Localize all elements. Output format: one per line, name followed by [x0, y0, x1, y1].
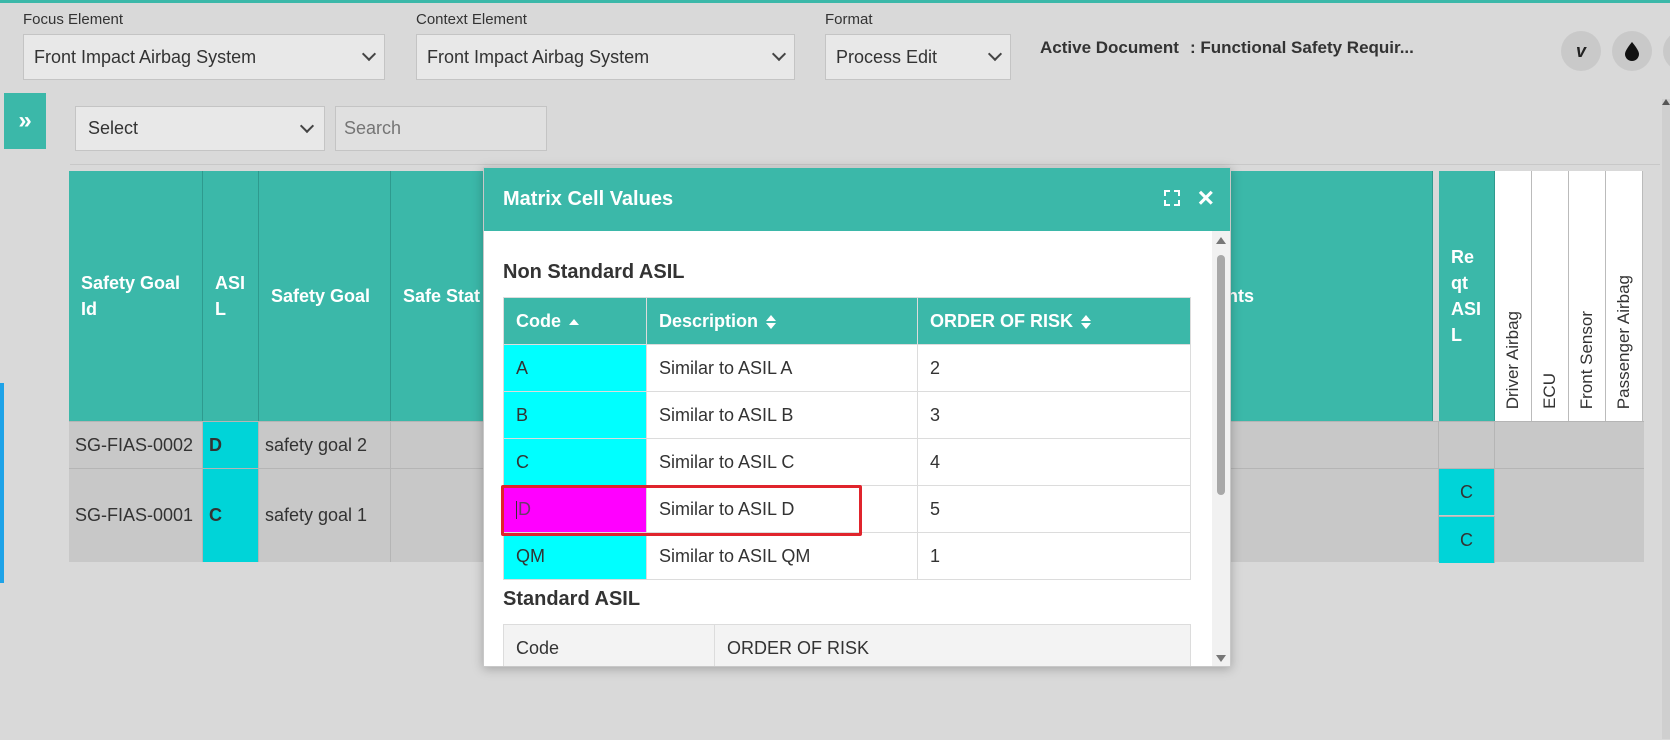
cell-description[interactable]: Similar to ASIL QM — [646, 532, 918, 580]
dialog-scrollbar[interactable] — [1212, 231, 1230, 666]
cell-order-of-risk[interactable]: 3 — [917, 391, 1191, 439]
header-ecu[interactable]: ECU — [1532, 171, 1569, 421]
cell-req-asil[interactable]: C — [1439, 516, 1495, 563]
vimeo-icon: v — [1575, 40, 1586, 61]
chevron-down-icon — [987, 46, 1003, 62]
column-header-code[interactable]: Code — [503, 624, 715, 666]
cell-req-asil[interactable] — [1439, 422, 1495, 468]
table-row[interactable]: C Similar to ASIL C 4 — [503, 438, 1191, 486]
scroll-down-icon[interactable] — [1216, 655, 1226, 662]
standard-asil-table: Code ORDER OF RISK — [503, 624, 1191, 666]
chevron-down-icon — [361, 46, 377, 62]
vimeo-button[interactable]: v — [1561, 31, 1601, 71]
non-standard-asil-table: Code Description ORDER OF RISK A Similar… — [503, 297, 1191, 580]
cell-asil[interactable]: C — [203, 469, 259, 562]
scrollbar-thumb[interactable] — [1217, 255, 1225, 495]
standard-asil-title: Standard ASIL — [503, 588, 641, 610]
table-row[interactable]: QM Similar to ASIL QM 1 — [503, 532, 1191, 580]
maximize-icon[interactable] — [1164, 190, 1180, 206]
context-element-value: Front Impact Airbag System — [427, 46, 650, 67]
header-safety-goal-id[interactable]: Safety Goal Id — [69, 171, 203, 421]
chevron-down-icon — [771, 46, 787, 62]
page: Focus Element Front Impact Airbag System… — [0, 0, 1670, 740]
cell-code[interactable]: A — [503, 344, 647, 392]
window-edge — [0, 383, 4, 583]
cell-order-of-risk[interactable]: 5 — [917, 485, 1191, 533]
header-safety-goal[interactable]: Safety Goal — [259, 171, 391, 421]
toolbar: Focus Element Front Impact Airbag System… — [0, 6, 1670, 84]
filter-select-value: Select — [88, 118, 139, 138]
column-header-order-of-risk[interactable]: ORDER OF RISK — [917, 297, 1191, 345]
cell-safety-goal-id: SG-FIAS-0002 — [69, 422, 203, 468]
active-document-value: : Functional Safety Requir... — [1190, 38, 1414, 57]
format-label: Format — [825, 11, 873, 28]
double-chevron-right-icon: » — [18, 107, 32, 134]
cell-code[interactable]: QM — [503, 532, 647, 580]
cell-code[interactable]: B — [503, 391, 647, 439]
cell-order-of-risk[interactable]: 1 — [917, 532, 1191, 580]
cell-description[interactable]: Similar to ASIL C — [646, 438, 918, 486]
header-asil[interactable]: ASI L — [203, 171, 259, 421]
format-value: Process Edit — [836, 46, 938, 67]
cell-asil[interactable]: D — [203, 422, 259, 468]
cell-description[interactable]: Similar to ASIL A — [646, 344, 918, 392]
cell-safety-goal-id: SG-FIAS-0001 — [69, 469, 203, 562]
sidebar-expand-button[interactable]: » — [4, 93, 46, 149]
cell-req-asil[interactable]: C — [1439, 469, 1495, 515]
focus-element-value: Front Impact Airbag System — [34, 46, 257, 67]
droplet-icon — [1625, 42, 1639, 61]
cell-safety-goal: safety goal 1 — [259, 469, 391, 562]
header-driver-airbag[interactable]: Driver Airbag — [1495, 171, 1532, 421]
cell-code[interactable]: C — [503, 438, 647, 486]
dialog-body: Non Standard ASIL Code Description ORDER… — [484, 231, 1214, 666]
dialog-title: Matrix Cell Values — [503, 188, 674, 210]
header-req-asil[interactable]: Re qt ASI L — [1439, 171, 1495, 421]
header-front-sensor[interactable]: Front Sensor — [1569, 171, 1606, 421]
cell-safety-goal: safety goal 2 — [259, 422, 391, 468]
non-standard-asil-title: Non Standard ASIL — [503, 261, 685, 283]
highlight-annotation — [501, 485, 862, 536]
divider — [70, 164, 1660, 165]
sort-ascending-icon — [569, 318, 579, 325]
close-icon[interactable]: × — [1198, 182, 1214, 214]
scroll-up-icon[interactable] — [1662, 99, 1670, 105]
format-select[interactable]: Process Edit — [825, 34, 1011, 80]
theme-button[interactable] — [1612, 31, 1652, 71]
column-header-code[interactable]: Code — [503, 297, 647, 345]
column-header-order-of-risk[interactable]: ORDER OF RISK — [714, 624, 1191, 666]
cell-order-of-risk[interactable]: 4 — [917, 438, 1191, 486]
active-document-label: Active Document — [1040, 38, 1179, 57]
header-passenger-airbag[interactable]: Passenger Airbag — [1606, 171, 1643, 421]
focus-element-select[interactable]: Front Impact Airbag System — [23, 34, 385, 80]
header-requirements-label: nts — [1227, 286, 1255, 306]
header-safe-state-label: Safe Stat — [403, 286, 481, 306]
column-header-description[interactable]: Description — [646, 297, 918, 345]
table-row[interactable]: B Similar to ASIL B 3 — [503, 391, 1191, 439]
dialog-header: Matrix Cell Values × — [484, 168, 1230, 231]
search-input[interactable] — [335, 106, 547, 151]
matrix-cell-values-dialog: Matrix Cell Values × Non Standard ASIL C… — [483, 167, 1231, 667]
sort-icon — [766, 314, 777, 329]
filter-select[interactable]: Select — [75, 106, 325, 151]
cell-order-of-risk[interactable]: 2 — [917, 344, 1191, 392]
cell-description[interactable]: Similar to ASIL B — [646, 391, 918, 439]
scroll-up-icon[interactable] — [1216, 237, 1226, 244]
chevron-down-icon — [299, 118, 315, 133]
page-scrollbar[interactable] — [1662, 99, 1670, 739]
more-button[interactable] — [1663, 31, 1670, 71]
context-element-label: Context Element — [416, 11, 527, 28]
context-element-select[interactable]: Front Impact Airbag System — [416, 34, 795, 80]
sort-icon — [1081, 314, 1092, 329]
table-row[interactable]: A Similar to ASIL A 2 — [503, 344, 1191, 392]
focus-element-label: Focus Element — [23, 11, 124, 28]
